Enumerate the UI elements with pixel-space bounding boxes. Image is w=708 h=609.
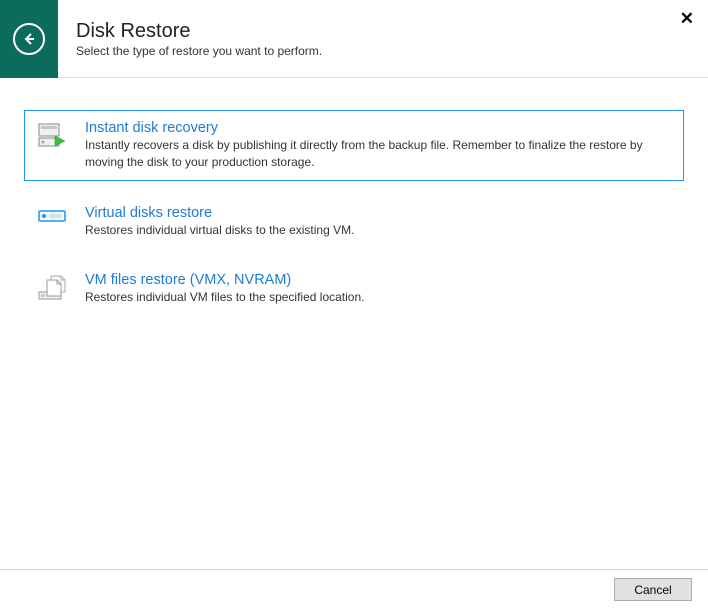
- option-title: Virtual disks restore: [85, 205, 671, 221]
- option-description: Restores individual VM files to the spec…: [85, 289, 671, 306]
- dialog-header: Disk Restore Select the type of restore …: [0, 0, 708, 78]
- option-virtual-disks-restore[interactable]: Virtual disks restore Restores individua…: [24, 195, 684, 249]
- files-icon: [37, 274, 77, 307]
- option-description: Instantly recovers a disk by publishing …: [85, 137, 671, 171]
- page-title: Disk Restore: [76, 20, 322, 43]
- option-vm-files-restore[interactable]: VM files restore (VMX, NVRAM) Restores i…: [24, 262, 684, 317]
- option-description: Restores individual virtual disks to the…: [85, 222, 671, 239]
- option-text: Virtual disks restore Restores individua…: [85, 205, 671, 239]
- back-button[interactable]: [0, 0, 58, 78]
- option-title: Instant disk recovery: [85, 120, 671, 136]
- dialog-footer: Cancel: [0, 569, 708, 609]
- option-title: VM files restore (VMX, NVRAM): [85, 272, 671, 288]
- option-text: VM files restore (VMX, NVRAM) Restores i…: [85, 272, 671, 306]
- cancel-button[interactable]: Cancel: [614, 578, 692, 601]
- close-button[interactable]: ✕: [680, 10, 694, 27]
- disk-icon: [37, 207, 77, 230]
- disk-play-icon: [37, 122, 77, 155]
- back-arrow-icon: [13, 23, 45, 55]
- option-instant-disk-recovery[interactable]: Instant disk recovery Instantly recovers…: [24, 110, 684, 181]
- header-title-block: Disk Restore Select the type of restore …: [76, 20, 322, 58]
- page-subtitle: Select the type of restore you want to p…: [76, 44, 322, 58]
- option-text: Instant disk recovery Instantly recovers…: [85, 120, 671, 171]
- options-list: Instant disk recovery Instantly recovers…: [0, 78, 708, 317]
